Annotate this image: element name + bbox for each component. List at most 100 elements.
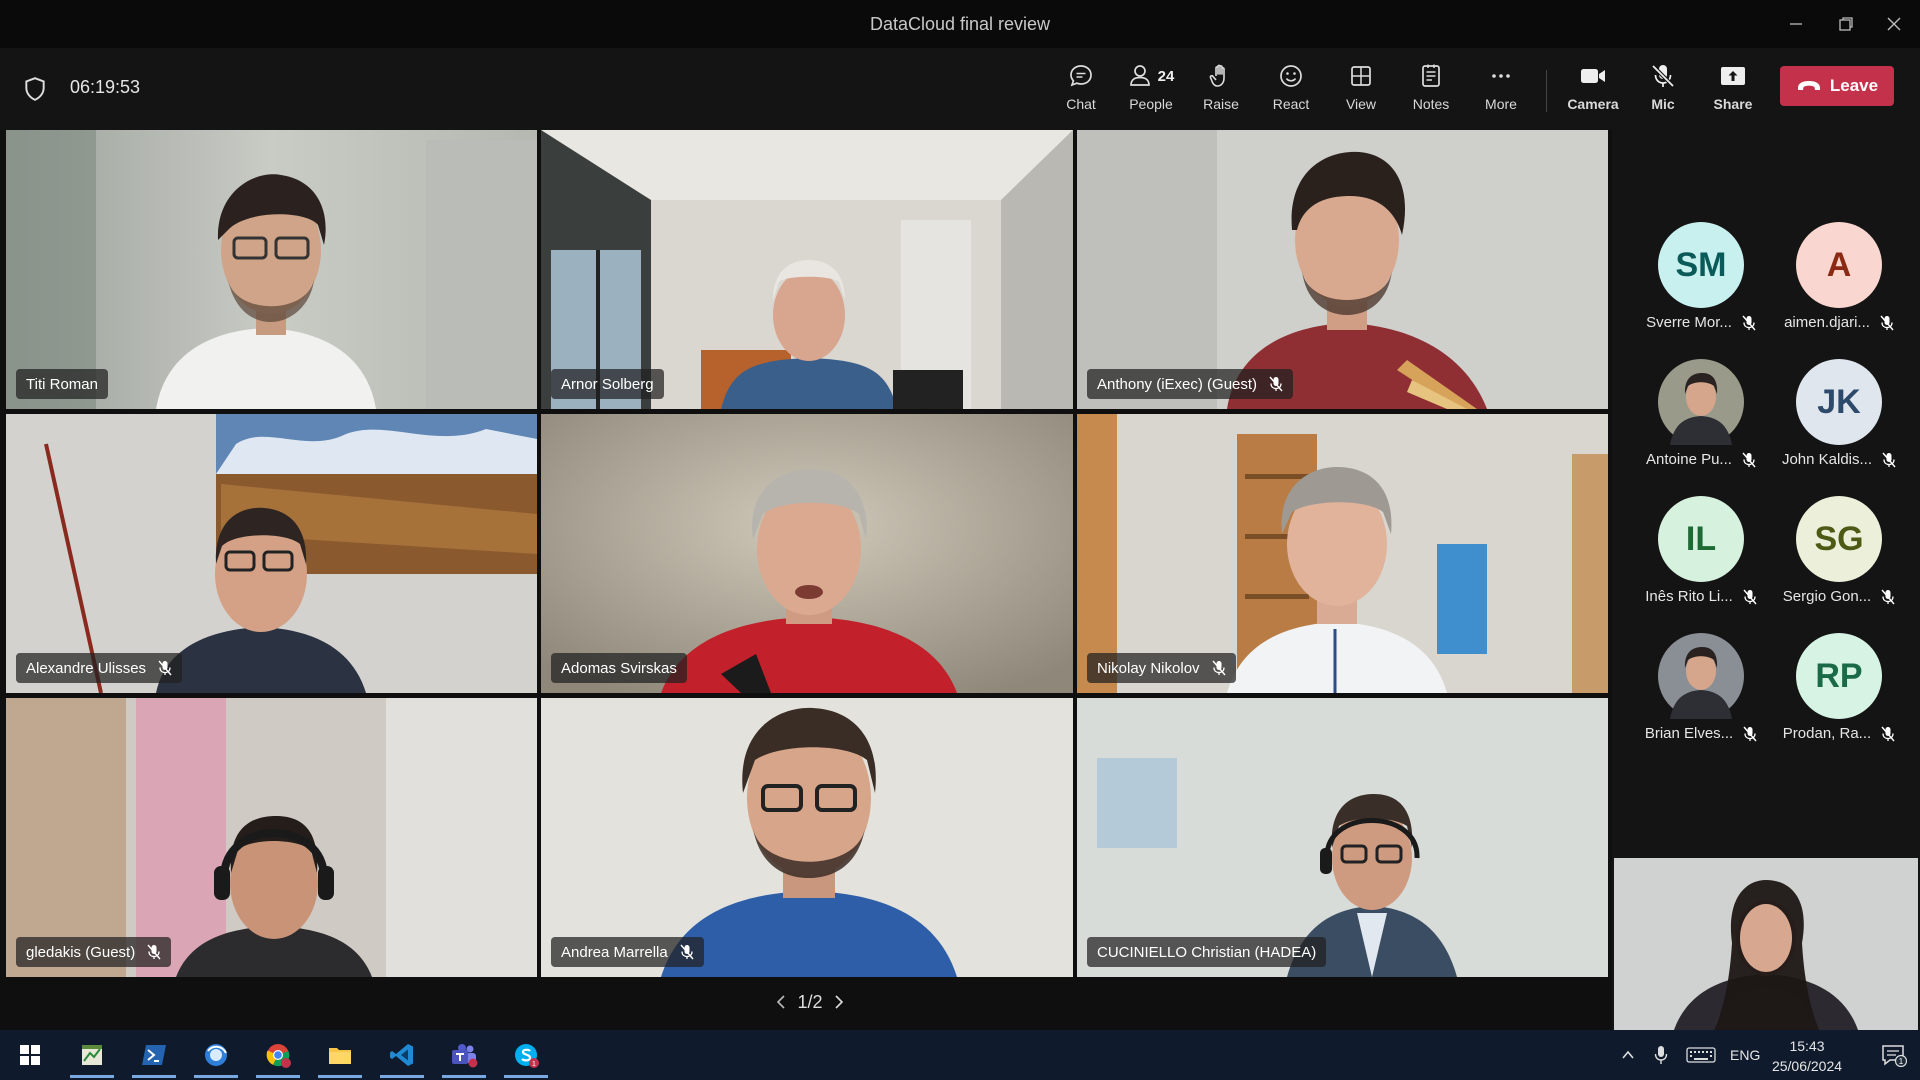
avatar: RP	[1796, 633, 1882, 719]
notification-icon: 1	[1882, 1045, 1907, 1067]
leave-button[interactable]: Leave	[1780, 66, 1894, 106]
hang-up-icon	[1797, 81, 1820, 90]
keyboard-icon[interactable]	[1686, 1046, 1716, 1064]
share-button[interactable]: Share	[1701, 58, 1765, 122]
video-tile[interactable]: gledakis (Guest)	[6, 698, 537, 977]
chevron-up-icon[interactable]	[1620, 1047, 1636, 1063]
video-tile[interactable]: Arnor Solberg	[541, 130, 1073, 409]
grid-view-icon	[1351, 66, 1371, 86]
participant-name: aimen.djari...	[1784, 314, 1870, 331]
notes-button[interactable]: Notes	[1399, 58, 1463, 122]
more-label: More	[1485, 96, 1517, 112]
participant-name-tag: Anthony (iExec) (Guest)	[1087, 369, 1294, 399]
grid-pager: 1/2	[760, 988, 860, 1016]
video-tile[interactable]: Anthony (iExec) (Guest)	[1077, 130, 1608, 409]
avatar-initials: RP	[1815, 656, 1863, 695]
chrome-icon	[266, 1044, 291, 1068]
more-button[interactable]: More	[1469, 58, 1533, 122]
close-icon	[1887, 17, 1901, 31]
svg-text:1: 1	[532, 1061, 536, 1068]
participant-avatar-tile[interactable]: SM Sverre Mor...	[1636, 222, 1766, 352]
view-button[interactable]: View	[1329, 58, 1393, 122]
camera-label: Camera	[1567, 96, 1619, 112]
participant-strip: SM Sverre Mor... Aaimen.djari... Antoine Pu…	[1612, 130, 1920, 1030]
notes-label: Notes	[1412, 96, 1450, 112]
participant-avatar-tile[interactable]: SG Sergio Gon...	[1774, 496, 1904, 626]
avatar: IL	[1658, 496, 1744, 582]
mic-button[interactable]: Mic	[1631, 58, 1695, 122]
camera-button[interactable]: Camera	[1561, 58, 1625, 122]
chat-button[interactable]: Chat	[1049, 58, 1113, 122]
react-button[interactable]: React	[1259, 58, 1323, 122]
mic-muted-indicator	[1743, 589, 1757, 605]
mic-muted-indicator	[1882, 452, 1896, 468]
participant-name: Antoine Pu...	[1646, 451, 1732, 468]
taskbar-app-teams[interactable]	[436, 1030, 492, 1080]
mic-muted-icon	[158, 660, 172, 676]
video-tile[interactable]: Andrea Marrella	[541, 698, 1073, 977]
close-button[interactable]	[1866, 0, 1920, 48]
participant-name-tag: CUCINIELLO Christian (HADEA)	[1087, 937, 1327, 967]
video-feed	[1077, 130, 1608, 409]
participant-name: Adomas Svirskas	[561, 659, 677, 677]
restore-icon	[1839, 17, 1853, 31]
people-button[interactable]: 24 People	[1118, 58, 1184, 122]
microphone-tray-icon[interactable]	[1654, 1045, 1668, 1065]
participant-avatar-tile[interactable]: IL Inês Rito Li...	[1636, 496, 1766, 626]
participant-avatar-tile[interactable]: JK John Kaldis...	[1774, 359, 1904, 489]
start-button[interactable]	[2, 1030, 58, 1080]
mic-muted-icon	[1742, 315, 1756, 330]
taskbar-clock[interactable]: 15:43 25/06/2024	[1752, 1036, 1862, 1076]
folder-icon	[329, 1048, 351, 1064]
people-icon	[1129, 65, 1150, 86]
video-grid: Titi Roman Arnor Solberg Anthony (iExec)…	[0, 130, 1612, 1030]
video-tile-active-speaker[interactable]: Adomas Svirskas	[541, 414, 1073, 693]
people-count: 24	[1157, 67, 1175, 85]
shield-icon[interactable]	[22, 76, 48, 102]
taskbar-app-browser[interactable]	[188, 1030, 244, 1080]
taskbar-app-vscode[interactable]	[374, 1030, 430, 1080]
mic-muted-icon	[1881, 726, 1895, 741]
video-tile[interactable]: Titi Roman	[6, 130, 537, 409]
mic-muted-icon	[1743, 589, 1757, 604]
video-tile[interactable]: Alexandre Ulisses	[6, 414, 537, 693]
video-feed	[6, 130, 537, 409]
taskbar-app-powershell[interactable]	[126, 1030, 182, 1080]
minimize-button[interactable]	[1768, 0, 1824, 48]
taskbar-app-skype[interactable]: 1	[498, 1030, 554, 1080]
mic-muted-indicator	[1880, 315, 1894, 331]
avatar-initials: SG	[1814, 519, 1864, 558]
raise-hand-button[interactable]: Raise	[1189, 58, 1253, 122]
self-view-feed	[1614, 858, 1918, 1030]
minimize-icon	[1790, 23, 1802, 25]
people-label: People	[1129, 96, 1173, 112]
participant-label: Sergio Gon...	[1774, 588, 1904, 605]
chevron-left-icon[interactable]	[775, 994, 787, 1010]
system-tray: ENG	[1620, 1030, 1760, 1080]
taskbar-app-spreadsheet[interactable]	[64, 1030, 120, 1080]
participant-label: Sverre Mor...	[1636, 314, 1766, 331]
participant-name: Prodan, Ra...	[1782, 725, 1872, 742]
mic-muted-icon	[1882, 452, 1896, 467]
participant-avatar-tile[interactable]: Brian Elves...	[1636, 633, 1766, 763]
video-tile[interactable]: CUCINIELLO Christian (HADEA)	[1077, 698, 1608, 977]
participant-avatar-tile[interactable]: Aaimen.djari...	[1774, 222, 1904, 352]
self-view-video[interactable]	[1614, 858, 1918, 1030]
avatar: SM	[1658, 222, 1744, 308]
avatar-photo	[1658, 359, 1744, 445]
chevron-right-icon[interactable]	[833, 994, 845, 1010]
teams-icon	[452, 1044, 478, 1068]
mic-muted-icon	[1212, 660, 1226, 676]
participant-avatar-tile[interactable]: RP Prodan, Ra...	[1774, 633, 1904, 763]
participant-name-tag: Nikolay Nikolov	[1087, 653, 1236, 683]
notification-center-button[interactable]: 1	[1866, 1030, 1920, 1080]
video-tile[interactable]: Nikolay Nikolov	[1077, 414, 1608, 693]
avatar: SG	[1796, 496, 1882, 582]
windows-logo-icon	[20, 1045, 40, 1065]
avatar-initials: JK	[1817, 382, 1861, 421]
taskbar-app-file-explorer[interactable]	[312, 1030, 368, 1080]
video-feed	[541, 698, 1073, 977]
participant-avatar-tile[interactable]: Antoine Pu...	[1636, 359, 1766, 489]
video-feed	[1077, 698, 1608, 977]
taskbar-app-chrome[interactable]	[250, 1030, 306, 1080]
